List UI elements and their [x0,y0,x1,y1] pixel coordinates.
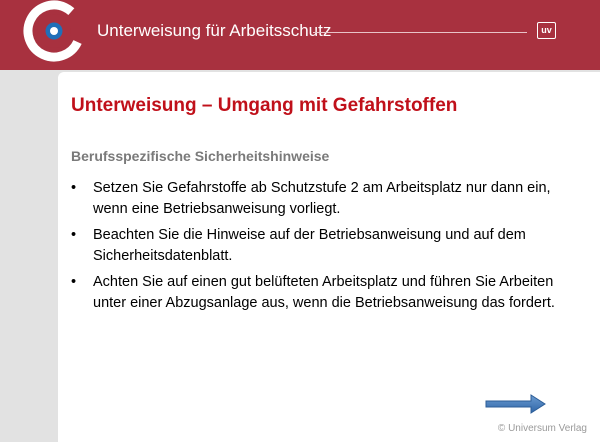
bullet-icon: • [71,227,77,243]
next-slide-button[interactable] [485,394,547,414]
bullet-icon: • [71,274,77,290]
arrow-right-icon [485,394,546,414]
logo-icon [23,0,85,62]
bullet-icon: • [71,180,77,196]
list-item: • Setzen Sie Gefahrstoffe ab Schutzstufe… [71,178,581,220]
bullet-text: Beachten Sie die Hinweise auf der Betrie… [93,227,526,264]
app-header: Unterweisung für Arbeitsschutz uv [0,0,600,70]
list-item: • Achten Sie auf einen gut belüfteten Ar… [71,272,581,314]
bullet-list: • Setzen Sie Gefahrstoffe ab Schutzstufe… [71,178,581,319]
list-item: • Beachten Sie die Hinweise auf der Betr… [71,225,581,267]
header-title: Unterweisung für Arbeitsschutz [97,21,332,40]
copyright-text: © Universum Verlag [497,423,587,434]
uv-logo-badge: uv [537,22,556,39]
slide-title: Unterweisung – Umgang mit Gefahrstoffen [71,95,458,116]
slide-subtitle: Berufsspezifische Sicherheitshinweise [71,148,330,164]
header-divider [313,32,527,33]
bullet-text: Setzen Sie Gefahrstoffe ab Schutzstufe 2… [93,180,551,217]
bullet-text: Achten Sie auf einen gut belüfteten Arbe… [93,274,555,311]
